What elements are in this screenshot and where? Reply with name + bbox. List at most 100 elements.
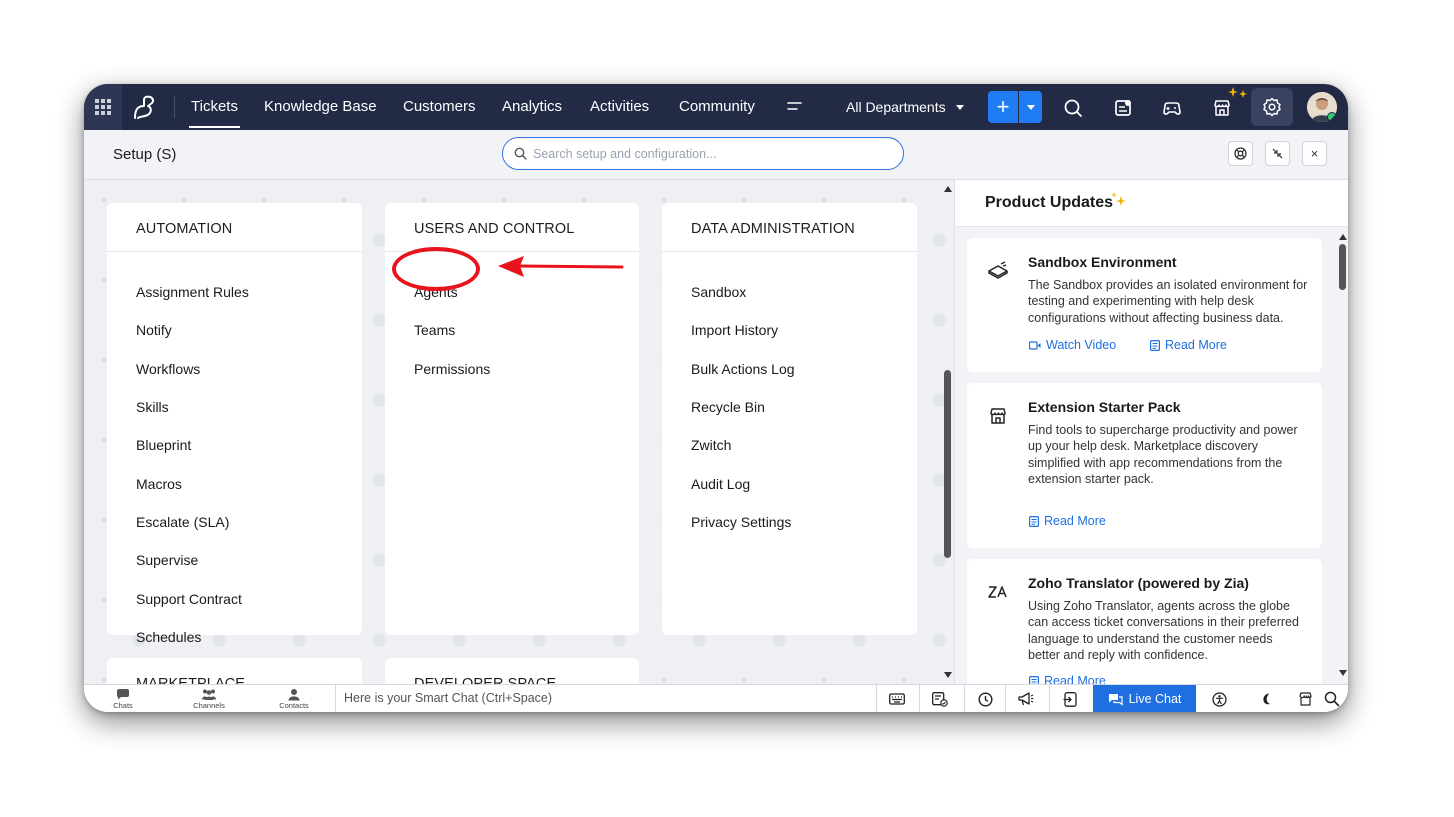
scrollbar-thumb[interactable] bbox=[1339, 244, 1346, 290]
live-chat-label: Live Chat bbox=[1128, 692, 1182, 706]
keyboard-button[interactable] bbox=[876, 685, 917, 712]
chevron-down-icon[interactable] bbox=[956, 105, 964, 110]
gamescope-icon[interactable] bbox=[1161, 97, 1183, 119]
feed-icon[interactable] bbox=[1112, 97, 1134, 119]
switch-button[interactable] bbox=[1049, 685, 1090, 712]
menu-item-import-history[interactable]: Import History bbox=[691, 322, 778, 338]
menu-item-zwitch[interactable]: Zwitch bbox=[691, 437, 731, 453]
tab-contacts-label: Contacts bbox=[279, 701, 309, 710]
menu-item-escalate-sla[interactable]: Escalate (SLA) bbox=[136, 514, 229, 530]
menu-item-skills[interactable]: Skills bbox=[136, 399, 169, 415]
add-dropdown-icon[interactable] bbox=[1019, 91, 1042, 123]
update-title: Zoho Translator (powered by Zia) bbox=[1028, 575, 1249, 591]
nav-analytics[interactable]: Analytics bbox=[502, 98, 562, 115]
scroll-up-icon[interactable] bbox=[944, 186, 952, 192]
updates-scrollbar[interactable] bbox=[1336, 230, 1348, 685]
nav-community[interactable]: Community bbox=[679, 98, 755, 115]
settings-icon bbox=[1263, 97, 1281, 117]
tab-chats[interactable]: Chats bbox=[98, 688, 148, 710]
video-icon bbox=[1029, 341, 1041, 350]
chat-icon bbox=[117, 689, 129, 700]
live-chat-button[interactable]: Live Chat bbox=[1093, 685, 1196, 712]
settings-button[interactable] bbox=[1251, 88, 1293, 126]
tab-contacts[interactable]: Contacts bbox=[269, 688, 319, 710]
search-icon bbox=[514, 147, 527, 160]
tab-channels-label: Channels bbox=[193, 701, 225, 710]
annotation-circle bbox=[392, 247, 480, 291]
live-chat-icon bbox=[1108, 693, 1123, 706]
card-developer-space: DEVELOPER SPACE bbox=[385, 658, 639, 685]
close-button[interactable]: × bbox=[1302, 141, 1327, 166]
update-title: Extension Starter Pack bbox=[1028, 399, 1181, 415]
updates-header: Product Updates bbox=[955, 180, 1348, 227]
menu-item-workflows[interactable]: Workflows bbox=[136, 361, 200, 377]
scroll-down-icon[interactable] bbox=[1339, 670, 1347, 676]
sandbox-icon bbox=[988, 261, 1008, 279]
card-title: AUTOMATION bbox=[136, 221, 233, 237]
apps-grid-icon[interactable] bbox=[84, 84, 122, 130]
menu-item-teams[interactable]: Teams bbox=[414, 322, 455, 338]
menu-item-assignment-rules[interactable]: Assignment Rules bbox=[136, 284, 249, 300]
menu-item-supervise[interactable]: Supervise bbox=[136, 552, 198, 568]
menu-item-permissions[interactable]: Permissions bbox=[414, 361, 490, 377]
scroll-up-icon[interactable] bbox=[1339, 234, 1347, 240]
divider bbox=[662, 251, 917, 252]
search-icon[interactable] bbox=[1062, 97, 1084, 119]
collapse-button[interactable] bbox=[1265, 141, 1290, 166]
menu-item-bulk-actions-log[interactable]: Bulk Actions Log bbox=[691, 361, 795, 377]
read-more-link[interactable]: Read More bbox=[1029, 514, 1106, 528]
menu-item-support-contract[interactable]: Support Contract bbox=[136, 591, 242, 607]
dark-mode-button[interactable] bbox=[1247, 685, 1287, 712]
read-more-link[interactable]: Read More bbox=[1150, 338, 1227, 352]
watch-video-link[interactable]: Watch Video bbox=[1029, 338, 1116, 352]
update-description: The Sandbox provides an isolated environ… bbox=[1028, 278, 1308, 325]
product-updates-panel: Product Updates Sandbox Environment The … bbox=[954, 180, 1348, 685]
menu-item-macros[interactable]: Macros bbox=[136, 476, 182, 492]
switch-icon bbox=[1063, 691, 1077, 707]
setup-search[interactable] bbox=[502, 137, 904, 170]
online-status-dot bbox=[1327, 112, 1337, 122]
announcement-button[interactable] bbox=[1005, 685, 1046, 712]
nav-knowledge-base[interactable]: Knowledge Base bbox=[264, 98, 377, 115]
avatar[interactable] bbox=[1307, 92, 1337, 122]
scroll-down-icon[interactable] bbox=[944, 672, 952, 678]
menu-item-sandbox[interactable]: Sandbox bbox=[691, 284, 746, 300]
nav-customers[interactable]: Customers bbox=[403, 98, 476, 115]
more-menu-icon[interactable] bbox=[787, 100, 803, 112]
contacts-icon bbox=[288, 689, 300, 701]
zoho-desk-logo[interactable] bbox=[130, 94, 158, 120]
menu-item-notify[interactable]: Notify bbox=[136, 322, 172, 338]
menu-item-schedules[interactable]: Schedules bbox=[136, 629, 201, 645]
nav-activities[interactable]: Activities bbox=[590, 98, 649, 115]
tab-channels[interactable]: Channels bbox=[184, 688, 234, 710]
bottom-search-button[interactable] bbox=[1312, 685, 1348, 712]
watch-video-label: Watch Video bbox=[1046, 338, 1117, 352]
help-button[interactable] bbox=[1228, 141, 1253, 166]
task-button[interactable] bbox=[919, 685, 960, 712]
department-selector[interactable]: All Departments bbox=[846, 99, 946, 115]
clock-icon bbox=[977, 691, 993, 707]
menu-item-privacy-settings[interactable]: Privacy Settings bbox=[691, 514, 791, 530]
add-button[interactable]: + bbox=[988, 91, 1018, 123]
menu-item-audit-log[interactable]: Audit Log bbox=[691, 476, 750, 492]
card-marketplace: MARKETPLACE bbox=[107, 658, 362, 685]
keyboard-icon bbox=[889, 693, 905, 705]
search-icon bbox=[1324, 691, 1340, 707]
divider bbox=[107, 251, 362, 252]
clock-button[interactable] bbox=[964, 685, 1005, 712]
menu-item-blueprint[interactable]: Blueprint bbox=[136, 437, 191, 453]
search-input[interactable] bbox=[531, 144, 895, 164]
content-scrollbar[interactable] bbox=[941, 180, 954, 685]
announcement-icon bbox=[1018, 692, 1034, 706]
translate-icon bbox=[988, 586, 1007, 598]
task-icon bbox=[932, 691, 948, 707]
update-card-extension-starter-pack: Extension Starter Pack Find tools to sup… bbox=[967, 383, 1322, 548]
nav-tickets[interactable]: Tickets bbox=[189, 98, 240, 128]
smart-chat-input[interactable]: Here is your Smart Chat (Ctrl+Space) bbox=[335, 685, 870, 712]
menu-item-recycle-bin[interactable]: Recycle Bin bbox=[691, 399, 765, 415]
dark-mode-icon bbox=[1263, 693, 1270, 705]
app-window: Tickets Knowledge Base Customers Analyti… bbox=[84, 84, 1348, 712]
scrollbar-thumb[interactable] bbox=[944, 370, 951, 558]
update-title: Sandbox Environment bbox=[1028, 254, 1177, 270]
accessibility-button[interactable] bbox=[1199, 685, 1239, 712]
